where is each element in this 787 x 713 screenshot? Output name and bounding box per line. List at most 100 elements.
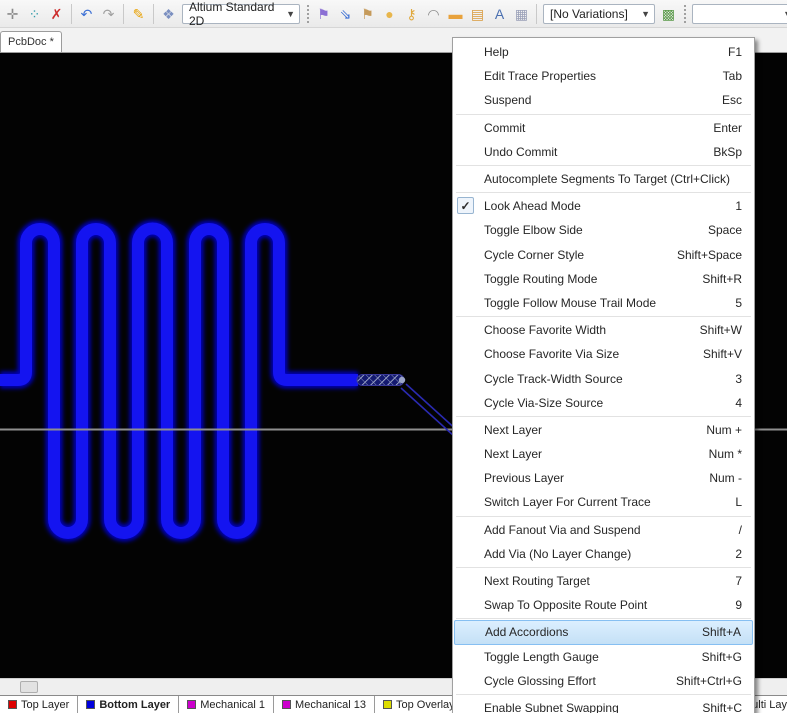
serpentine-trace [0, 229, 358, 534]
menu-item-shortcut: Shift+W [700, 323, 742, 337]
document-tab-label: PcbDoc * [8, 36, 54, 48]
menu-separator [456, 694, 751, 695]
undo-icon[interactable]: ↶ [76, 3, 97, 24]
menu-item-shortcut: BkSp [713, 145, 742, 159]
menu-item-add-accordions[interactable]: Add AccordionsShift+A [454, 620, 753, 644]
menu-item-cycle-corner-style[interactable]: Cycle Corner StyleShift+Space [453, 243, 754, 267]
pad-icon[interactable]: ● [379, 3, 400, 24]
menu-item-label: Cycle Via-Size Source [484, 396, 723, 410]
arc-icon[interactable]: ◠ [423, 3, 444, 24]
menu-item-cycle-glossing-effort[interactable]: Cycle Glossing EffortShift+Ctrl+G [453, 669, 754, 693]
menu-item-label: Undo Commit [484, 145, 701, 159]
menu-item-undo-commit[interactable]: Undo Commit BkSp [453, 140, 754, 164]
menu-item-label: Choose Favorite Width [484, 323, 688, 337]
menu-item-next-routing-target[interactable]: Next Routing Target7 [453, 569, 754, 593]
menu-item-commit[interactable]: CommitEnter [453, 116, 754, 140]
via-icon[interactable]: ⚷ [401, 3, 422, 24]
menu-separator [456, 165, 751, 166]
layer-tab-bottom-layer[interactable]: Bottom Layer [78, 696, 179, 713]
main-toolbar: ✛⁘✗↶↷✎❖Altium Standard 2D▼⚑⇘⚑●⚷◠▬▤A▦[No … [0, 0, 787, 28]
text-string-icon[interactable]: A [489, 3, 510, 24]
pad-array-icon[interactable]: ▤ [467, 3, 488, 24]
variations-combo-value: [No Variations] [550, 7, 631, 21]
view-style-combo[interactable]: Altium Standard 2D▼ [182, 4, 300, 24]
menu-item-look-ahead-mode[interactable]: ✓Look Ahead Mode1 [453, 194, 754, 218]
layer-color-swatch [187, 700, 196, 709]
toolbar-drag-handle[interactable] [682, 4, 687, 24]
board-settings-icon[interactable]: ❖ [158, 3, 179, 24]
extra-combo[interactable]: ▼ [692, 4, 787, 24]
menu-item-add-fanout-via-and-suspend[interactable]: Add Fanout Via and Suspend/ [453, 518, 754, 542]
menu-item-choose-favorite-via-size[interactable]: Choose Favorite Via SizeShift+V [453, 342, 754, 366]
route-differential-icon[interactable]: ⇘ [335, 3, 356, 24]
chevron-down-icon: ▼ [286, 9, 295, 19]
redo-icon[interactable]: ↷ [98, 3, 119, 24]
pen-icon[interactable]: ✎ [128, 3, 149, 24]
altium-pcb-editor-window: ✛⁘✗↶↷✎❖Altium Standard 2D▼⚑⇘⚑●⚷◠▬▤A▦[No … [0, 0, 787, 713]
fill-icon[interactable]: ▬ [445, 3, 466, 24]
menu-item-switch-layer-for-current-trace[interactable]: Switch Layer For Current Trace L [453, 490, 754, 514]
menu-item-shortcut: L [735, 495, 742, 509]
menu-item-toggle-length-gauge[interactable]: Toggle Length GaugeShift+G [453, 645, 754, 669]
view-style-combo-value: Altium Standard 2D [189, 0, 276, 28]
variant-board-icon[interactable]: ▩ [658, 3, 679, 24]
layer-tab-label: Top Overlay [396, 699, 455, 711]
menu-item-help[interactable]: Help F1 [453, 40, 754, 64]
layer-tab-mechanical-1[interactable]: Mechanical 1 [179, 696, 274, 713]
menu-item-label: Next Layer [484, 447, 697, 461]
snap-point-icon[interactable]: ⁘ [24, 3, 45, 24]
toolbar-separator [123, 4, 124, 24]
clear-selection-icon[interactable]: ✗ [46, 3, 67, 24]
menu-item-label: Suspend [484, 93, 710, 107]
toolbar-separator [153, 4, 154, 24]
menu-item-toggle-follow-mouse-trail-mode[interactable]: Toggle Follow Mouse Trail Mode5 [453, 291, 754, 315]
component-icon[interactable]: ▦ [511, 3, 532, 24]
layer-tab-mechanical-13[interactable]: Mechanical 13 [274, 696, 375, 713]
menu-separator [456, 316, 751, 317]
menu-item-edit-trace-properties[interactable]: Edit Trace Properties Tab [453, 64, 754, 88]
menu-item-shortcut: 7 [735, 574, 742, 588]
menu-item-shortcut: Num * [709, 447, 742, 461]
horizontal-scrollbar-thumb[interactable] [20, 681, 38, 693]
menu-item-next-layer[interactable]: Next Layer Num * [453, 442, 754, 466]
menu-item-label: Look Ahead Mode [484, 199, 723, 213]
menu-item-label: Add Accordions [485, 625, 690, 639]
menu-item-shortcut: Enter [713, 121, 742, 135]
layer-tab-top-layer[interactable]: Top Layer [0, 696, 78, 713]
menu-item-previous-layer[interactable]: Previous LayerNum - [453, 466, 754, 490]
menu-item-label: Switch Layer For Current Trace [484, 495, 723, 509]
menu-item-cycle-track-width-source[interactable]: Cycle Track-Width Source3 [453, 366, 754, 390]
active-route-segment-hatched [357, 375, 404, 386]
route-multi-icon[interactable]: ⚑ [357, 3, 378, 24]
menu-item-shortcut: Shift+G [702, 650, 742, 664]
menu-item-toggle-routing-mode[interactable]: Toggle Routing ModeShift+R [453, 267, 754, 291]
document-tab-pcbdoc[interactable]: PcbDoc * [0, 31, 62, 52]
menu-item-add-via-no-layer-change[interactable]: Add Via (No Layer Change)2 [453, 542, 754, 566]
layer-tab-label: Bottom Layer [99, 699, 170, 711]
menu-item-autocomplete-segments-to-target-ctrl-click[interactable]: Autocomplete Segments To Target (Ctrl+Cl… [453, 167, 754, 191]
align-cursor-icon[interactable]: ✛ [2, 3, 23, 24]
menu-item-cycle-via-size-source[interactable]: Cycle Via-Size Source4 [453, 391, 754, 415]
layer-tab-top-overlay[interactable]: Top Overlay [375, 696, 464, 713]
layer-color-swatch [383, 700, 392, 709]
menu-item-label: Cycle Corner Style [484, 248, 665, 262]
interactive-routing-icon[interactable]: ⚑ [313, 3, 334, 24]
menu-item-shortcut: F1 [728, 45, 742, 59]
menu-item-choose-favorite-width[interactable]: Choose Favorite Width Shift+W [453, 318, 754, 342]
menu-item-toggle-elbow-side[interactable]: Toggle Elbow SideSpace [453, 218, 754, 242]
menu-item-shortcut: Space [708, 223, 742, 237]
menu-separator [456, 567, 751, 568]
menu-item-suspend[interactable]: SuspendEsc [453, 88, 754, 112]
menu-item-label: Autocomplete Segments To Target (Ctrl+Cl… [484, 172, 730, 186]
menu-separator [456, 516, 751, 517]
menu-item-label: Previous Layer [484, 471, 697, 485]
menu-item-swap-to-opposite-route-point[interactable]: Swap To Opposite Route Point9 [453, 593, 754, 617]
menu-item-label: Help [484, 45, 716, 59]
menu-item-shortcut: 1 [735, 199, 742, 213]
menu-item-next-layer[interactable]: Next LayerNum + [453, 418, 754, 442]
menu-item-shortcut: Tab [723, 69, 742, 83]
menu-item-label: Edit Trace Properties [484, 69, 711, 83]
toolbar-drag-handle[interactable] [305, 4, 310, 24]
variations-combo[interactable]: [No Variations]▼ [543, 4, 655, 24]
menu-item-enable-subnet-swapping[interactable]: Enable Subnet SwappingShift+C [453, 696, 754, 713]
